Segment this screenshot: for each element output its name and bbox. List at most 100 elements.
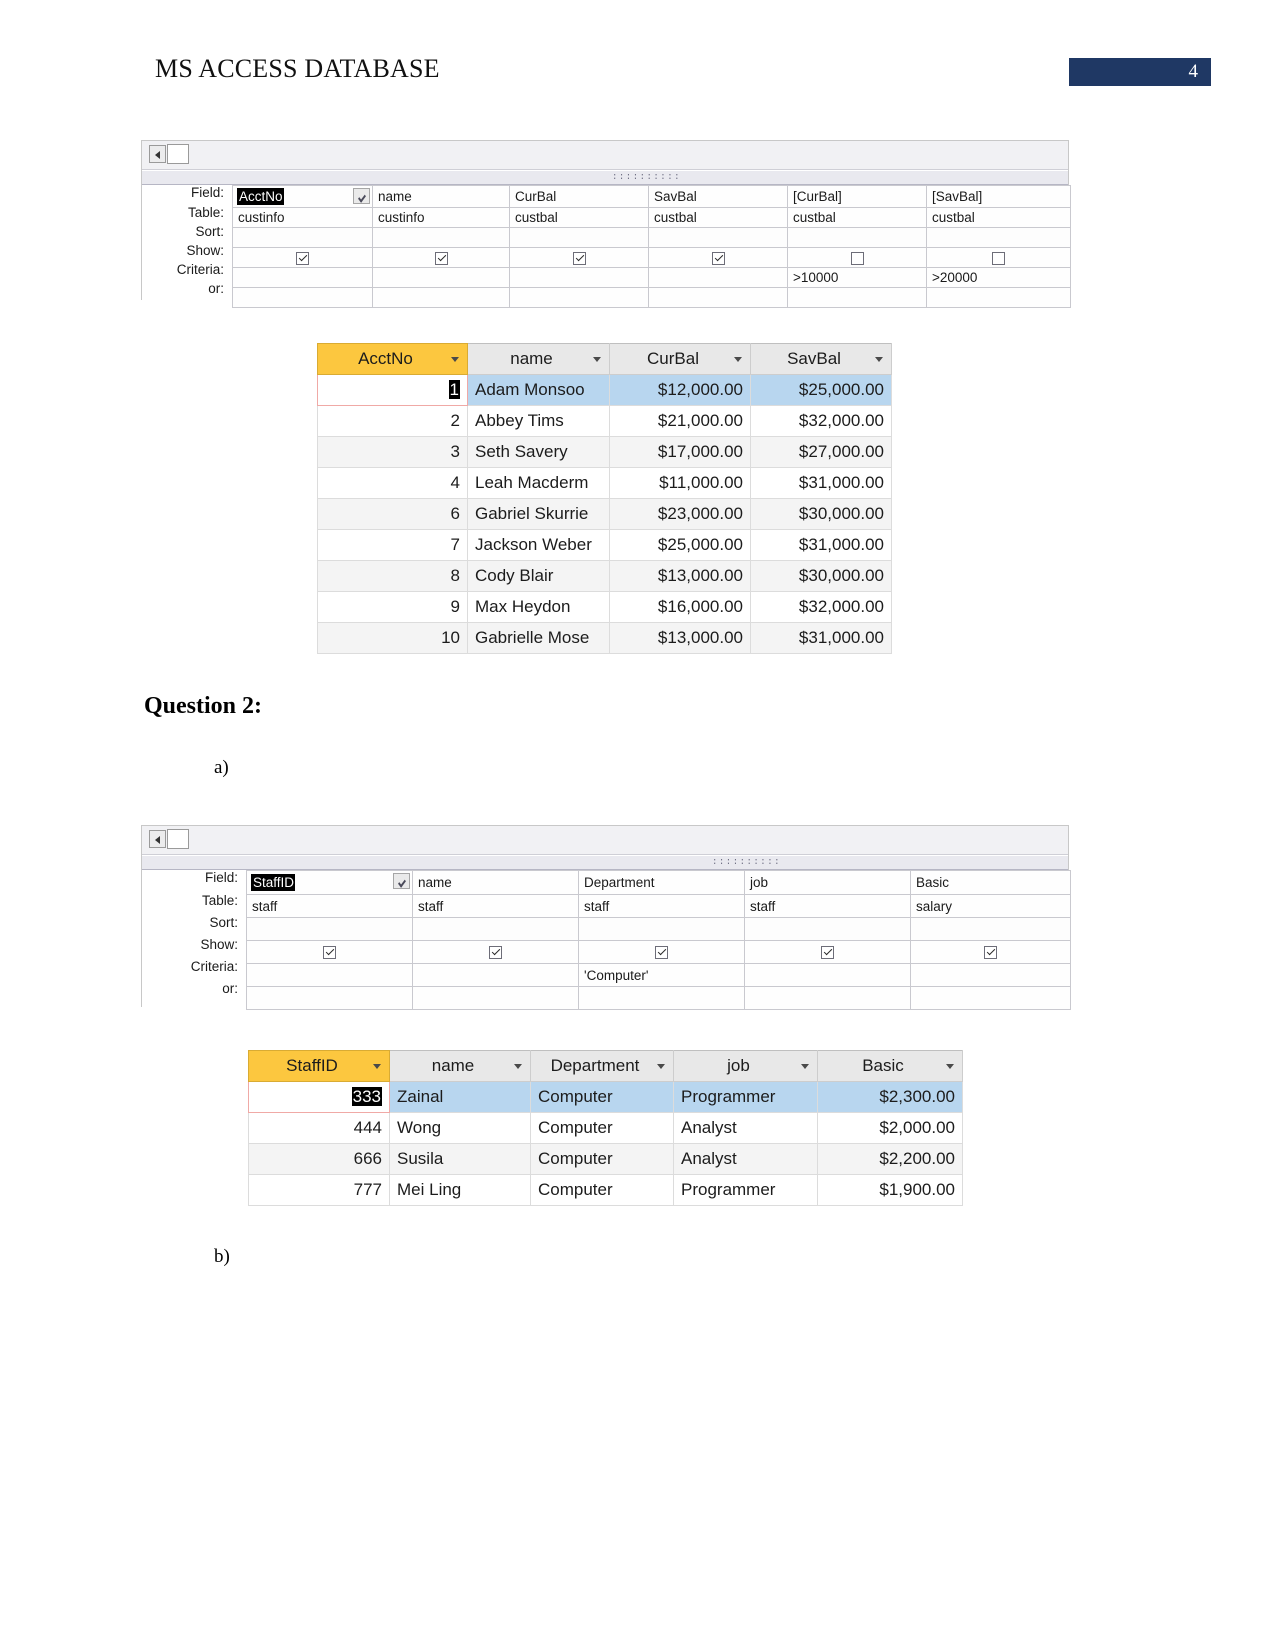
column-header-basic[interactable]: Basic xyxy=(817,1050,963,1082)
column-header-name[interactable]: name xyxy=(467,343,610,375)
field-cell[interactable]: [CurBal] xyxy=(787,185,927,208)
criteria-cell[interactable] xyxy=(412,963,579,987)
checkbox-checked-icon[interactable] xyxy=(572,251,586,265)
sort-dropdown-icon[interactable] xyxy=(875,357,883,362)
cell-name[interactable]: Jackson Weber xyxy=(467,529,610,561)
cell-acctno[interactable]: 2 xyxy=(317,405,468,437)
chevron-down-icon[interactable] xyxy=(353,188,370,204)
or-cell[interactable] xyxy=(648,287,788,308)
cell-savbal[interactable]: $32,000.00 xyxy=(750,405,892,437)
pane-splitter-2[interactable]: :::::::::: xyxy=(142,855,1068,870)
cell-acctno[interactable]: 4 xyxy=(317,467,468,499)
sort-cell[interactable] xyxy=(578,917,745,941)
show-checkbox-cell[interactable] xyxy=(509,247,649,268)
cell-curbal[interactable]: $17,000.00 xyxy=(609,436,751,468)
sort-cell[interactable] xyxy=(910,917,1071,941)
cell-acctno[interactable]: 1 xyxy=(317,374,468,406)
criteria-cell[interactable] xyxy=(246,963,413,987)
cell-job[interactable]: Analyst xyxy=(673,1143,818,1175)
table-row[interactable]: 2 Abbey Tims $21,000.00 $32,000.00 xyxy=(317,405,892,437)
table-cell[interactable]: custbal xyxy=(509,207,649,228)
cell-staffid[interactable]: 444 xyxy=(248,1112,390,1144)
sort-cell[interactable] xyxy=(232,227,373,248)
checkbox-checked-icon[interactable] xyxy=(434,251,448,265)
cell-savbal[interactable]: $30,000.00 xyxy=(750,560,892,592)
show-checkbox-cell[interactable] xyxy=(926,247,1071,268)
cell-basic[interactable]: $2,300.00 xyxy=(817,1081,963,1113)
cell-name[interactable]: Susila xyxy=(389,1143,531,1175)
or-cell[interactable] xyxy=(246,986,413,1010)
or-cell[interactable] xyxy=(578,986,745,1010)
table-row[interactable]: 6 Gabriel Skurrie $23,000.00 $30,000.00 xyxy=(317,498,892,530)
checkbox-unchecked-icon[interactable] xyxy=(850,251,864,265)
criteria-cell[interactable] xyxy=(372,267,510,288)
cell-basic[interactable]: $1,900.00 xyxy=(817,1174,963,1206)
cell-basic[interactable]: $2,000.00 xyxy=(817,1112,963,1144)
cell-savbal[interactable]: $30,000.00 xyxy=(750,498,892,530)
or-cell[interactable] xyxy=(232,287,373,308)
cell-department[interactable]: Computer xyxy=(530,1112,674,1144)
table-cell[interactable]: salary xyxy=(910,894,1071,918)
cell-name[interactable]: Abbey Tims xyxy=(467,405,610,437)
table-row[interactable]: 3 Seth Savery $17,000.00 $27,000.00 xyxy=(317,436,892,468)
criteria-cell[interactable] xyxy=(509,267,649,288)
criteria-cell[interactable] xyxy=(910,963,1071,987)
column-header-curbal[interactable]: CurBal xyxy=(609,343,751,375)
sort-cell[interactable] xyxy=(372,227,510,248)
criteria-cell[interactable] xyxy=(744,963,911,987)
criteria-cell[interactable]: 'Computer' xyxy=(578,963,745,987)
cell-curbal[interactable]: $13,000.00 xyxy=(609,622,751,654)
sort-cell[interactable] xyxy=(412,917,579,941)
cell-savbal[interactable]: $31,000.00 xyxy=(750,622,892,654)
table-cell[interactable]: custbal xyxy=(926,207,1071,228)
column-header-acctno[interactable]: AcctNo xyxy=(317,343,468,375)
sort-cell[interactable] xyxy=(509,227,649,248)
cell-acctno[interactable]: 7 xyxy=(317,529,468,561)
table-cell[interactable]: custinfo xyxy=(232,207,373,228)
nav-box[interactable] xyxy=(167,144,189,164)
sort-dropdown-icon[interactable] xyxy=(593,357,601,362)
cell-name[interactable]: Zainal xyxy=(389,1081,531,1113)
column-header-savbal[interactable]: SavBal xyxy=(750,343,892,375)
scroll-left-icon[interactable] xyxy=(149,145,166,163)
criteria-cell[interactable]: >20000 xyxy=(926,267,1071,288)
show-checkbox-cell[interactable] xyxy=(744,940,911,964)
or-cell[interactable] xyxy=(744,986,911,1010)
table-cell[interactable]: staff xyxy=(246,894,413,918)
cell-department[interactable]: Computer xyxy=(530,1081,674,1113)
cell-basic[interactable]: $2,200.00 xyxy=(817,1143,963,1175)
or-cell[interactable] xyxy=(509,287,649,308)
column-header-name[interactable]: name xyxy=(389,1050,531,1082)
table-row[interactable]: 777 Mei Ling Computer Programmer $1,900.00 xyxy=(248,1174,963,1206)
cell-curbal[interactable]: $12,000.00 xyxy=(609,374,751,406)
cell-savbal[interactable]: $27,000.00 xyxy=(750,436,892,468)
criteria-cell[interactable] xyxy=(232,267,373,288)
checkbox-checked-icon[interactable] xyxy=(323,946,336,960)
cell-name[interactable]: Gabrielle Mose xyxy=(467,622,610,654)
cell-acctno[interactable]: 3 xyxy=(317,436,468,468)
sort-cell[interactable] xyxy=(926,227,1071,248)
field-cell[interactable]: name xyxy=(412,870,579,895)
cell-curbal[interactable]: $13,000.00 xyxy=(609,560,751,592)
cell-curbal[interactable]: $11,000.00 xyxy=(609,467,751,499)
sort-cell[interactable] xyxy=(246,917,413,941)
cell-acctno[interactable]: 6 xyxy=(317,498,468,530)
table-cell[interactable]: custbal xyxy=(648,207,788,228)
table-row[interactable]: 444 Wong Computer Analyst $2,000.00 xyxy=(248,1112,963,1144)
field-cell[interactable]: Basic xyxy=(910,870,1071,895)
sort-dropdown-icon[interactable] xyxy=(373,1064,381,1069)
column-header-staffid[interactable]: StaffID xyxy=(248,1050,390,1082)
cell-curbal[interactable]: $25,000.00 xyxy=(609,529,751,561)
criteria-cell[interactable] xyxy=(648,267,788,288)
criteria-cell[interactable]: >10000 xyxy=(787,267,927,288)
cell-name[interactable]: Seth Savery xyxy=(467,436,610,468)
cell-savbal[interactable]: $32,000.00 xyxy=(750,591,892,623)
checkbox-checked-icon[interactable] xyxy=(821,946,834,960)
show-checkbox-cell[interactable] xyxy=(372,247,510,268)
column-header-department[interactable]: Department xyxy=(530,1050,674,1082)
table-cell[interactable]: custinfo xyxy=(372,207,510,228)
sort-dropdown-icon[interactable] xyxy=(734,357,742,362)
show-checkbox-cell[interactable] xyxy=(787,247,927,268)
field-cell-selected[interactable]: StaffID xyxy=(246,870,413,895)
show-checkbox-cell[interactable] xyxy=(648,247,788,268)
